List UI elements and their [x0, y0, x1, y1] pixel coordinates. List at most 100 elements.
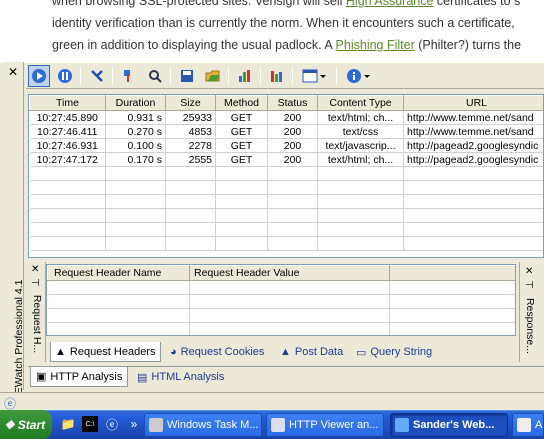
post-icon: ▲ [280, 346, 291, 358]
col-header-name[interactable]: Request Header Name [47, 265, 190, 281]
open-icon[interactable] [202, 65, 224, 87]
app-icon [517, 418, 531, 432]
tab-label: Query String [370, 346, 433, 358]
filter-icon[interactable] [118, 65, 140, 87]
task-label: Windows Task M... [167, 419, 259, 431]
panel-title: IEWatch Professional 4.1 [13, 279, 25, 398]
record-icon[interactable] [28, 65, 50, 87]
table-cell: GET [215, 110, 268, 125]
table-cell: 10:27:46.931 [29, 138, 106, 153]
article-line-1: when browsing SSL-protected sites. Veris… [52, 0, 520, 8]
table-cell: 10:27:45.890 [29, 110, 106, 125]
tab-label: Post Data [294, 346, 344, 358]
tab-query-string[interactable]: ▭ Query String [352, 342, 436, 362]
high-assurance-link[interactable]: High Assurance [346, 0, 434, 8]
empty-row [29, 208, 543, 223]
column-header[interactable]: Size [165, 95, 216, 111]
request-grid[interactable]: Time Duration Size Method Status Content Type… [28, 94, 544, 258]
status-bar: ⓔ [0, 392, 544, 411]
taskbtn-overflow[interactable]: A [512, 413, 544, 437]
tab-post-data[interactable]: ▲ Post Data [276, 342, 347, 362]
table-cell: GET [215, 138, 268, 153]
table-cell: 0.931 s [105, 110, 166, 125]
table-cell: 2278 [165, 138, 216, 153]
table-row[interactable]: 10:27:46.411 0.270 s 4853 GET 200 text/css htt… [29, 124, 543, 139]
windows-logo-icon: ❖ [4, 417, 15, 432]
http-analysis-icon: ▣ [36, 371, 47, 383]
table-cell: text/html; ch... [317, 152, 404, 167]
request-pane-label: Request H... [31, 294, 44, 354]
empty-row [29, 236, 543, 251]
article-line-3: green in addition to displaying the usua… [52, 38, 521, 52]
table-cell: 25933 [165, 110, 216, 125]
ie-window-icon [395, 418, 409, 432]
tab-request-cookies[interactable]: ◕ Request Cookies [166, 342, 268, 362]
taskbtn-sanders-web[interactable]: Sander's Web... [390, 413, 508, 437]
tab-http-analysis[interactable]: ▣ HTTP Analysis [30, 367, 129, 387]
tab-label: HTML Analysis [151, 371, 225, 383]
table-cell: 4853 [165, 124, 216, 139]
table-row[interactable]: 10:27:46.931 0.100 s 2278 GET 200 text/javasc… [29, 138, 543, 153]
col-header-filler [389, 265, 515, 281]
ie-icon[interactable]: ⓔ [104, 416, 120, 432]
response-pane-side: ✕ ⊣ Response... [519, 262, 544, 362]
empty-row [47, 308, 515, 323]
column-header[interactable]: Method [215, 95, 268, 111]
table-cell: 0.170 s [105, 152, 166, 167]
request-subtabs: ▲ Request Headers ◕ Request Cookies ▲ Post … [46, 342, 520, 362]
article-text: green in addition to displaying the usua… [52, 38, 336, 52]
column-header[interactable]: Time [29, 95, 106, 111]
save-icon[interactable] [176, 65, 198, 87]
table-cell: text/javascrip... [317, 138, 404, 153]
col-header-value[interactable]: Request Header Value [189, 265, 390, 281]
chart-icon[interactable] [234, 65, 256, 87]
table-cell: 0.270 s [105, 124, 166, 139]
empty-row [29, 166, 543, 181]
headers-icon: ▲ [55, 345, 66, 358]
pin-icon[interactable]: ⊣ [525, 280, 534, 291]
pin-icon[interactable]: ⊣ [31, 278, 40, 289]
article-text: (Philter?) turns the [414, 38, 522, 52]
stats-icon[interactable] [266, 65, 288, 87]
response-pane-label: Response... [524, 297, 537, 355]
empty-row [29, 180, 543, 195]
table-row[interactable]: 10:27:45.890 0.931 s 25933 GET 200 text/html;… [29, 110, 543, 125]
request-pane-side: ✕ ⊣ Request H... [28, 262, 46, 362]
column-header[interactable]: Content Type [317, 95, 404, 111]
table-cell: 200 [267, 152, 318, 167]
clear-icon[interactable] [86, 65, 108, 87]
taskbtn-task-manager[interactable]: Windows Task M... [144, 413, 262, 437]
task-label: A [535, 419, 543, 431]
column-header[interactable]: URL [403, 95, 543, 111]
find-icon[interactable] [144, 65, 166, 87]
table-cell: 10:27:46.411 [29, 124, 106, 139]
table-cell: http://www.temme.net/sand [403, 110, 543, 125]
empty-row [29, 222, 543, 237]
folder-icon[interactable]: 📁 [60, 416, 76, 432]
phishing-filter-link[interactable]: Phishing Filter [336, 38, 415, 52]
taskbtn-http-viewer[interactable]: HTTP Viewer an... [266, 413, 384, 437]
table-cell: text/css [317, 124, 404, 139]
task-manager-icon [149, 418, 163, 432]
cmd-icon[interactable]: C:\ [82, 416, 98, 432]
table-row[interactable]: 10:27:47.172 0.170 s 2555 GET 200 text/html; … [29, 152, 543, 167]
column-header[interactable]: Status [267, 95, 318, 111]
table-cell: 0.100 s [105, 138, 166, 153]
close-icon[interactable]: ✕ [31, 264, 39, 275]
empty-row [47, 294, 515, 309]
cookies-icon: ◕ [170, 346, 177, 358]
request-header-grid[interactable]: Request Header Name Request Header Value [46, 264, 516, 336]
layout-icon[interactable] [300, 65, 330, 87]
start-button[interactable]: ❖ Start [0, 410, 52, 439]
tab-html-analysis[interactable]: ▤ HTML Analysis [132, 367, 229, 387]
info-icon[interactable] [344, 65, 374, 87]
toolbar [26, 63, 544, 89]
tab-request-headers[interactable]: ▲ Request Headers [50, 342, 161, 362]
pause-icon[interactable] [54, 65, 76, 87]
close-icon[interactable]: ✕ [525, 266, 533, 277]
column-header[interactable]: Duration [105, 95, 166, 111]
table-cell: 200 [267, 110, 318, 125]
overflow-icon[interactable]: » [126, 416, 142, 432]
table-cell: GET [215, 152, 268, 167]
article-text: certificates to s [433, 0, 521, 8]
